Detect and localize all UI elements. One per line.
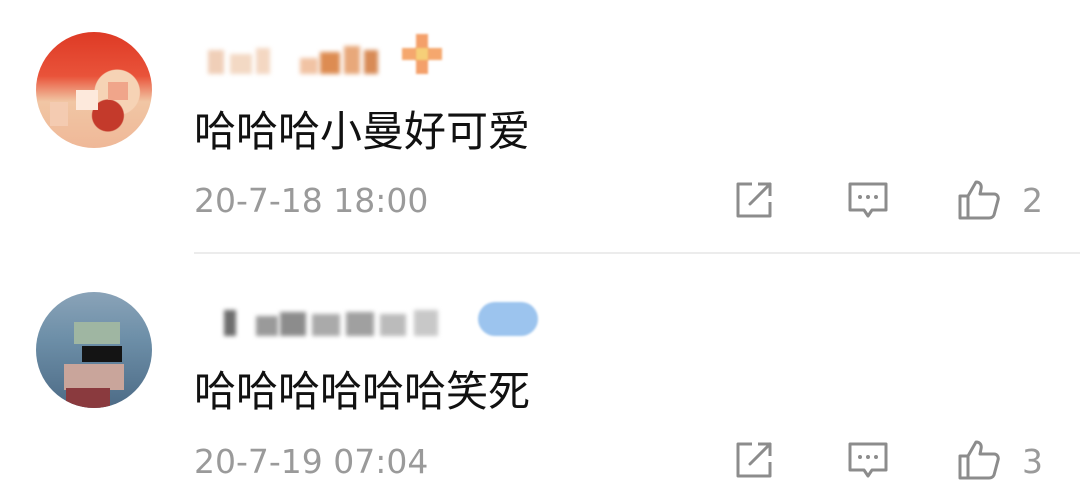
comment-text: 哈哈哈哈哈哈笑死 xyxy=(194,367,531,416)
comment-text: 哈哈哈小曼好可爱 xyxy=(194,107,531,156)
comment-time: 20-7-19 07:04 xyxy=(194,442,429,481)
avatar[interactable] xyxy=(36,32,152,148)
username-blurred[interactable] xyxy=(196,298,538,338)
username-blurred[interactable] xyxy=(196,34,446,80)
like-count: 3 xyxy=(1022,442,1043,481)
thumbs-up-icon[interactable] xyxy=(956,178,1000,222)
share-icon[interactable] xyxy=(732,178,776,222)
comment-item: 哈哈哈哈哈哈笑死 20-7-19 07:04 3 xyxy=(0,256,1080,492)
divider xyxy=(194,252,1080,254)
avatar[interactable] xyxy=(36,292,152,408)
share-icon[interactable] xyxy=(732,438,776,482)
comment-item: 哈哈哈小曼好可爱 20-7-18 18:00 2 xyxy=(0,0,1080,254)
thumbs-up-icon[interactable] xyxy=(956,438,1000,482)
comment-icon[interactable] xyxy=(846,178,890,222)
comment-icon[interactable] xyxy=(846,438,890,482)
like-count: 2 xyxy=(1022,181,1043,220)
comment-time: 20-7-18 18:00 xyxy=(194,181,429,220)
